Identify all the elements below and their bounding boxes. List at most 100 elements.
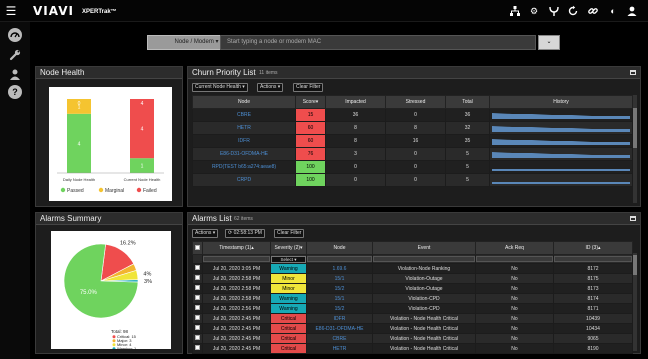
alarm-row[interactable]: Jul 20, 2020 2:58 PM Minor 15/2 Violation-O… bbox=[192, 283, 633, 294]
dashboard-icon[interactable] bbox=[8, 28, 22, 42]
node-filter[interactable] bbox=[306, 254, 373, 264]
legend-label[interactable]: Passed bbox=[67, 188, 84, 194]
scroll-thumb[interactable] bbox=[633, 108, 637, 148]
row-select[interactable] bbox=[192, 303, 203, 314]
node-health-filter-button[interactable]: Current Node Health ▾ bbox=[192, 83, 248, 92]
wrench-icon[interactable] bbox=[8, 48, 22, 62]
event-filter[interactable] bbox=[372, 254, 476, 264]
col-id[interactable]: ID (3)▴ bbox=[553, 241, 633, 255]
alarms-scrollbar[interactable] bbox=[633, 253, 637, 351]
clear-filter-button[interactable]: Clear Filter bbox=[274, 229, 305, 238]
col-select-all[interactable] bbox=[192, 241, 203, 255]
churn-row[interactable]: CBRE 15 36 0 36 bbox=[192, 108, 633, 122]
node-link[interactable]: CBRE bbox=[192, 108, 296, 122]
row-select[interactable] bbox=[192, 283, 203, 294]
col-node[interactable]: Node bbox=[192, 95, 296, 109]
churn-row[interactable]: E86-D31-OFDMA-HE 76 3 0 5 bbox=[192, 147, 633, 161]
churn-row[interactable]: HETR 60 8 8 32 bbox=[192, 121, 633, 135]
impacted-cell: 0 bbox=[325, 173, 386, 187]
node-link[interactable]: 15/2 bbox=[306, 283, 373, 294]
refresh-icon[interactable] bbox=[567, 5, 579, 17]
legend-label[interactable]: Marginal bbox=[105, 188, 124, 194]
col-event[interactable]: Event bbox=[372, 241, 476, 255]
alarm-row[interactable]: Jul 20, 2020 2:58 PM Warning 15/1 Violation… bbox=[192, 293, 633, 304]
search-dropdown-button[interactable]: ⌄ bbox=[538, 35, 560, 50]
actions-button[interactable]: Actions ▾ bbox=[192, 229, 219, 238]
alarm-row[interactable]: Jul 20, 2020 2:58 PM Minor 15/1 Violation-O… bbox=[192, 273, 633, 284]
col-score[interactable]: Score▾ bbox=[295, 95, 326, 109]
alarm-row[interactable]: Jul 20, 2020 3:05 PM Warning 1.69.6 Violati… bbox=[192, 263, 633, 274]
contrast-icon[interactable]: ◐ bbox=[607, 5, 619, 17]
severity-filter[interactable]: Select ▾ bbox=[270, 254, 307, 264]
node-link[interactable]: CBRE bbox=[306, 333, 373, 344]
row-checkbox[interactable] bbox=[195, 325, 200, 330]
row-checkbox[interactable] bbox=[195, 285, 200, 290]
timestamp-filter[interactable] bbox=[202, 254, 271, 264]
topology-icon[interactable] bbox=[509, 5, 521, 17]
row-checkbox[interactable] bbox=[195, 335, 200, 340]
row-select[interactable] bbox=[192, 313, 203, 324]
col-impacted[interactable]: Impacted bbox=[325, 95, 386, 109]
node-link[interactable]: 15/1 bbox=[306, 273, 373, 284]
node-link[interactable]: HETR bbox=[192, 121, 296, 135]
row-select[interactable] bbox=[192, 273, 203, 284]
col-node[interactable]: Node bbox=[306, 241, 373, 255]
row-checkbox[interactable] bbox=[195, 345, 200, 350]
refresh-button[interactable]: ⟳ 02:58:13 PM bbox=[225, 229, 265, 238]
row-checkbox[interactable] bbox=[195, 315, 200, 320]
node-link[interactable]: IDFR bbox=[192, 134, 296, 148]
alarm-row[interactable]: Jul 20, 2020 2:45 PM Critical IDFR Violatio… bbox=[192, 313, 633, 324]
row-select[interactable] bbox=[192, 343, 203, 354]
refresh-icon: ⟳ bbox=[228, 230, 233, 236]
row-checkbox[interactable] bbox=[195, 305, 200, 310]
antenna-icon[interactable] bbox=[548, 5, 560, 17]
hamburger-menu-icon[interactable]: ☰ bbox=[4, 4, 18, 18]
select-all-checkbox[interactable] bbox=[195, 244, 200, 250]
scroll-thumb[interactable] bbox=[633, 255, 637, 275]
node-link[interactable]: HETR bbox=[306, 343, 373, 354]
legend-label[interactable]: Failed bbox=[143, 188, 157, 194]
maximize-icon[interactable] bbox=[630, 216, 636, 221]
row-select[interactable] bbox=[192, 333, 203, 344]
churn-row[interactable]: RPD(TEST b65:a274:aeae8) 100 0 0 5 bbox=[192, 160, 633, 174]
alarm-row[interactable]: Jul 20, 2020 2:45 PM Critical HETR Violatio… bbox=[192, 343, 633, 354]
churn-row[interactable]: CRPD 100 0 0 5 bbox=[192, 173, 633, 187]
alarm-row[interactable]: Jul 20, 2020 2:56 PM Warning 15/2 Violation… bbox=[192, 303, 633, 314]
col-severity[interactable]: Severity (2)▾ bbox=[270, 241, 307, 255]
node-link[interactable]: RPD(TEST b65:a274:aeae8) bbox=[192, 160, 296, 174]
col-ack-req[interactable]: Ack Req bbox=[475, 241, 554, 255]
legend-label[interactable]: Warning: 1 bbox=[117, 346, 137, 351]
row-checkbox[interactable] bbox=[195, 265, 200, 270]
user-icon[interactable] bbox=[626, 5, 638, 17]
node-link[interactable]: 15/2 bbox=[306, 303, 373, 314]
col-timestamp[interactable]: Timestamp (1)▴ bbox=[202, 241, 271, 255]
churn-scrollbar[interactable] bbox=[633, 95, 637, 203]
ack-filter[interactable] bbox=[475, 254, 554, 264]
col-total[interactable]: Total bbox=[445, 95, 490, 109]
col-history[interactable]: History bbox=[489, 95, 633, 109]
actions-button[interactable]: Actions ▾ bbox=[257, 83, 284, 92]
search-input[interactable]: Start typing a node or modem MAC bbox=[220, 35, 536, 50]
id-filter[interactable] bbox=[553, 254, 633, 264]
churn-row[interactable]: IDFR 60 8 16 35 bbox=[192, 134, 633, 148]
node-link[interactable]: 15/1 bbox=[306, 293, 373, 304]
node-link[interactable]: E86-D31-OFDMA-HE bbox=[306, 323, 373, 334]
row-select[interactable] bbox=[192, 293, 203, 304]
node-link[interactable]: CRPD bbox=[192, 173, 296, 187]
node-link[interactable]: E86-D31-OFDMA-HE bbox=[192, 147, 296, 161]
help-icon[interactable]: ? bbox=[8, 85, 22, 99]
row-checkbox[interactable] bbox=[195, 275, 200, 280]
gear-icon[interactable]: ⚙ bbox=[528, 5, 540, 17]
col-stressed[interactable]: Stressed bbox=[385, 95, 446, 109]
alarm-row[interactable]: Jul 20, 2020 2:45 PM Critical E86-D31-OFDM… bbox=[192, 323, 633, 334]
row-select[interactable] bbox=[192, 263, 203, 274]
alarm-row[interactable]: Jul 20, 2020 2:45 PM Critical CBRE Violatio… bbox=[192, 333, 633, 344]
users-icon[interactable] bbox=[8, 68, 22, 82]
row-checkbox[interactable] bbox=[195, 295, 200, 300]
node-link[interactable]: IDFR bbox=[306, 313, 373, 324]
link-icon[interactable] bbox=[587, 5, 599, 17]
clear-filter-button[interactable]: Clear Filter bbox=[293, 83, 324, 92]
maximize-icon[interactable] bbox=[630, 70, 636, 75]
row-select[interactable] bbox=[192, 323, 203, 334]
node-link[interactable]: 1.69.6 bbox=[306, 263, 373, 274]
